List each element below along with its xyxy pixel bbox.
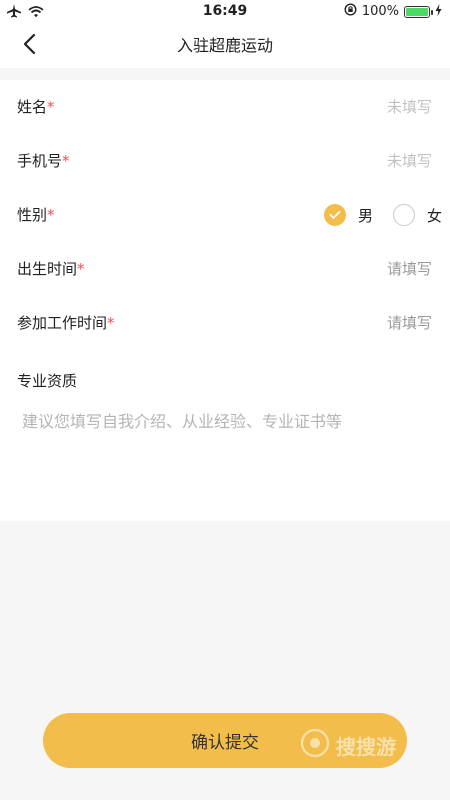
gender-option-label: 男	[357, 206, 373, 225]
battery-level	[406, 7, 428, 16]
work-start-label: 参加工作时间*	[17, 314, 115, 332]
work-start-field[interactable]: 请填写	[387, 296, 432, 350]
birth-row[interactable]: 出生时间* 请填写	[0, 242, 450, 296]
battery-percent: 100%	[361, 4, 399, 19]
nav-bar: 入驻超鹿运动	[0, 24, 450, 68]
qualification-label: 专业资质	[17, 372, 78, 390]
phone-row[interactable]: 手机号* 未填写	[0, 134, 450, 188]
gender-label: 性别*	[17, 206, 55, 224]
status-right: 100%	[344, 3, 442, 20]
birth-label: 出生时间*	[17, 260, 85, 278]
watermark-text: 搜搜游	[336, 734, 396, 759]
back-button[interactable]	[14, 32, 44, 60]
required-mark: *	[62, 152, 70, 170]
rotation-lock-icon	[344, 3, 357, 20]
page-title: 入驻超鹿运动	[176, 36, 273, 55]
name-row[interactable]: 姓名* 未填写	[0, 80, 450, 134]
phone-label: 手机号*	[17, 152, 70, 170]
checked-radio-icon	[323, 204, 346, 226]
gender-row: 性别* 男 女	[0, 188, 450, 242]
phone-field[interactable]: 未填写	[387, 134, 432, 188]
battery-icon	[404, 5, 433, 18]
unchecked-radio-icon	[392, 204, 415, 226]
required-mark: *	[107, 314, 115, 332]
required-mark: *	[47, 206, 55, 224]
required-mark: *	[47, 98, 55, 116]
watermark: 搜搜游	[300, 728, 396, 762]
join-form: 姓名* 未填写 手机号* 未填写 性别* 男 女 出生时间* 请填写 参加工作时…	[0, 80, 450, 521]
gender-option-male[interactable]: 男	[323, 204, 373, 226]
name-label: 姓名*	[17, 98, 55, 116]
chevron-left-icon	[22, 33, 36, 59]
qualification-input[interactable]	[22, 408, 422, 498]
watermark-logo-icon	[300, 728, 330, 762]
gender-option-female[interactable]: 女	[392, 204, 442, 226]
charging-icon	[435, 3, 442, 20]
required-mark: *	[77, 260, 85, 278]
gender-option-label: 女	[426, 206, 442, 225]
status-bar: 16:49 100%	[0, 0, 450, 24]
work-start-row[interactable]: 参加工作时间* 请填写	[0, 296, 450, 350]
birth-field[interactable]: 请填写	[387, 242, 432, 296]
gender-options: 男 女	[304, 188, 442, 242]
name-field[interactable]: 未填写	[387, 80, 432, 134]
